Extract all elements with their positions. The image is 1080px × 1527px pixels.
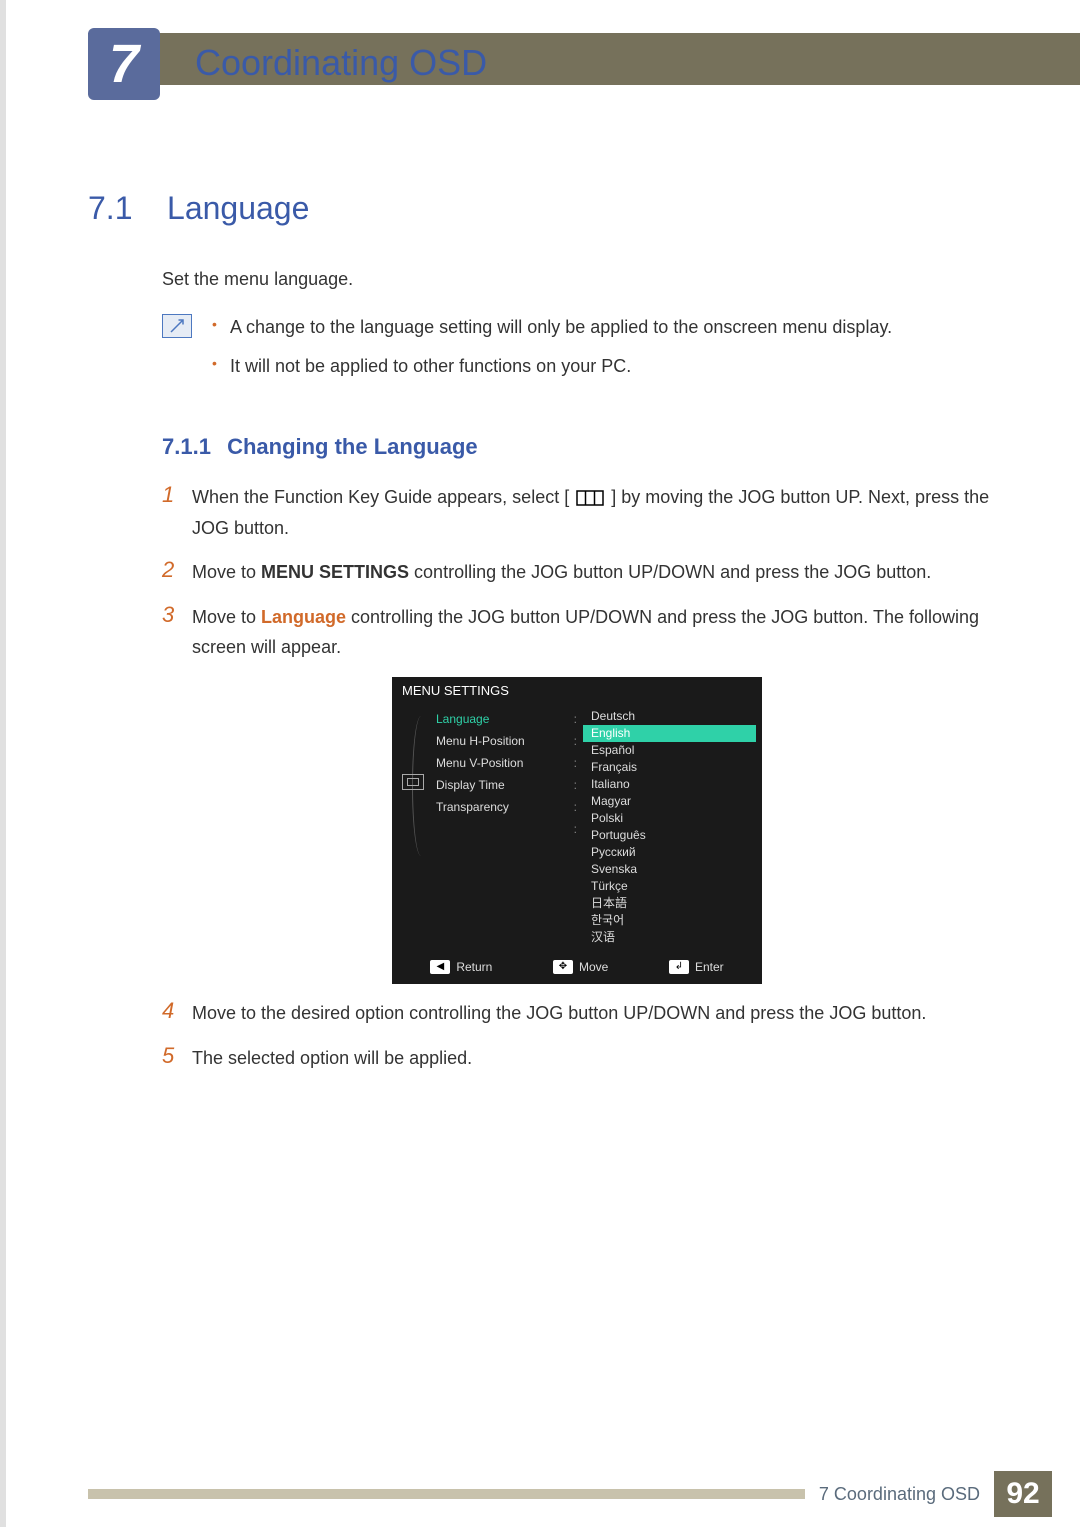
footer-label: 7 Coordinating OSD	[819, 1484, 980, 1505]
language-option[interactable]: Magyar	[583, 793, 756, 810]
step-text: When the Function Key Guide appears, sel…	[192, 482, 992, 543]
chapter-tab: 7	[88, 28, 160, 100]
language-option-selected[interactable]: English	[583, 725, 756, 742]
steps-list: 1 When the Function Key Guide appears, s…	[162, 482, 992, 1073]
step-2: 2 Move to MENU SETTINGS controlling the …	[162, 557, 992, 588]
language-option[interactable]: 汉语	[583, 929, 756, 946]
step-text: Move to MENU SETTINGS controlling the JO…	[192, 557, 992, 588]
step-number: 2	[162, 557, 192, 583]
osd-left-column: Language: Menu H-Position: Menu V-Positi…	[402, 708, 577, 946]
subsection-header: 7.1.1 Changing the Language	[162, 434, 992, 460]
page-footer: 7 Coordinating OSD 92	[0, 1471, 1080, 1517]
section-intro: Set the menu language.	[162, 269, 992, 290]
step-number: 5	[162, 1043, 192, 1069]
note-item: It will not be applied to other function…	[212, 353, 892, 380]
content-area: 7.1 Language Set the menu language. A ch…	[88, 190, 992, 1087]
step-5: 5 The selected option will be applied.	[162, 1043, 992, 1074]
language-option[interactable]: Svenska	[583, 861, 756, 878]
note-icon	[162, 314, 192, 338]
note-block: A change to the language setting will on…	[162, 314, 992, 392]
osd-menu-item[interactable]: Display Time:	[436, 774, 577, 796]
osd-language-list: Deutsch English Español Français Italian…	[583, 708, 756, 946]
osd-footer: ◀Return ✥Move ↲Enter	[392, 952, 762, 984]
step-text: The selected option will be applied.	[192, 1043, 992, 1074]
step-number: 3	[162, 602, 192, 628]
step-3: 3 Move to Language controlling the JOG b…	[162, 602, 992, 663]
osd-menu-item[interactable]: Menu V-Position:	[436, 752, 577, 774]
osd-menu: MENU SETTINGS Language: Menu H-Position:…	[392, 677, 762, 984]
footer-bar	[88, 1489, 805, 1499]
step-text: Move to Language controlling the JOG but…	[192, 602, 992, 663]
osd-screen-icon	[402, 774, 424, 790]
language-option[interactable]: 日本語	[583, 895, 756, 912]
language-label: Language	[261, 607, 346, 627]
step-4: 4 Move to the desired option controlling…	[162, 998, 992, 1029]
subsection-number: 7.1.1	[162, 434, 211, 459]
language-option[interactable]: Français	[583, 759, 756, 776]
chapter-number: 7	[109, 33, 139, 95]
language-option[interactable]: 한국어	[583, 912, 756, 929]
osd-move-button[interactable]: ✥Move	[553, 960, 608, 974]
menu-settings-label: MENU SETTINGS	[261, 562, 409, 582]
language-option[interactable]: Polski	[583, 810, 756, 827]
osd-return-button[interactable]: ◀Return	[430, 960, 492, 974]
chapter-title: Coordinating OSD	[195, 42, 487, 84]
step-text: Move to the desired option controlling t…	[192, 998, 992, 1029]
osd-menu-item: :	[436, 818, 577, 840]
section-number: 7.1	[88, 190, 162, 227]
language-option[interactable]: Português	[583, 827, 756, 844]
step-number: 4	[162, 998, 192, 1024]
language-option[interactable]: Español	[583, 742, 756, 759]
language-option[interactable]: Italiano	[583, 776, 756, 793]
section-header: 7.1 Language	[88, 190, 992, 227]
step-1: 1 When the Function Key Guide appears, s…	[162, 482, 992, 543]
osd-menu-item[interactable]: Transparency:	[436, 796, 577, 818]
section-title: Language	[167, 190, 309, 227]
subsection-title: Changing the Language	[227, 434, 478, 459]
language-option[interactable]: Deutsch	[583, 708, 756, 725]
osd-title: MENU SETTINGS	[392, 677, 762, 704]
page-number: 92	[994, 1471, 1052, 1517]
osd-enter-button[interactable]: ↲Enter	[669, 960, 724, 974]
language-option[interactable]: Türkçe	[583, 878, 756, 895]
osd-menu-item[interactable]: Menu H-Position:	[436, 730, 577, 752]
note-item: A change to the language setting will on…	[212, 314, 892, 341]
osd-menu-item[interactable]: Language:	[436, 708, 577, 730]
osd-body: Language: Menu H-Position: Menu V-Positi…	[392, 704, 762, 952]
step-number: 1	[162, 482, 192, 508]
page-left-edge	[0, 0, 6, 1527]
menu-grid-icon	[576, 490, 604, 506]
note-list: A change to the language setting will on…	[212, 314, 892, 392]
language-option[interactable]: Русский	[583, 844, 756, 861]
